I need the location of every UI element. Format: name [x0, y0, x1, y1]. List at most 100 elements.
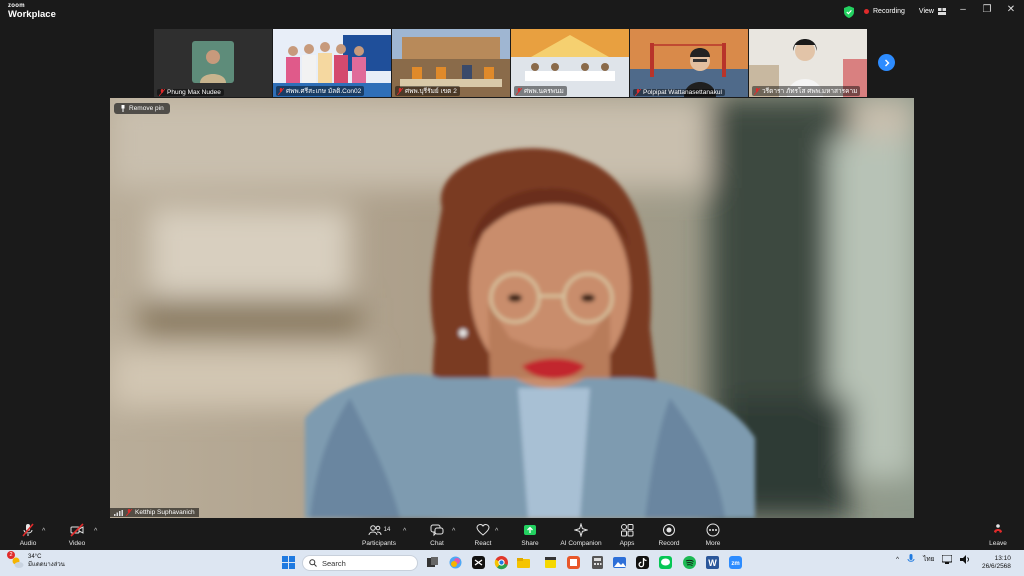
participants-button[interactable]: 14 Participants — [356, 523, 402, 549]
audio-label: Audio — [19, 540, 37, 547]
mic-muted-icon — [126, 509, 132, 516]
brand-main: Workplace — [8, 9, 56, 20]
weather-desc: มีแดดบางส่วน — [28, 561, 65, 568]
share-label: Share — [521, 540, 539, 547]
clock-date: 26/6/2568 — [982, 563, 1011, 571]
weather-temp: 34°C — [28, 554, 42, 560]
signal-strength-icon — [114, 509, 123, 516]
record-label: Record — [658, 540, 680, 547]
windows-start-icon[interactable] — [281, 555, 296, 570]
grid-view-icon — [937, 8, 946, 15]
record-icon — [663, 524, 675, 536]
recording-indicator[interactable]: Recording — [860, 6, 909, 17]
system-clock[interactable]: 13:10 26/6/2568 — [982, 555, 1011, 571]
participant-thumbnail[interactable]: ศพพ.บุรีรัมย์ เขต 2 — [392, 29, 510, 97]
active-speaker-label: Ketthip Suphavanich — [110, 508, 199, 517]
search-icon — [309, 559, 317, 567]
participant-name: ศพพ.บุรีรัมย์ เขต 2 — [405, 88, 457, 95]
participant-thumbnail[interactable]: ศพพ.ศรีสะเกษ มัลติ.Con02 — [273, 29, 391, 97]
network-icon[interactable] — [942, 554, 953, 564]
view-button[interactable]: View — [915, 6, 950, 17]
zoom-app-icon[interactable]: zm — [728, 555, 743, 570]
chrome-icon[interactable] — [494, 555, 509, 570]
mic-muted-icon — [159, 89, 165, 96]
participant-name: วรีดารา ภัทรโส ศพพ.มหาสารคาม — [762, 88, 858, 95]
weather-widget[interactable]: 2 34°C มีแดดบางส่วน — [7, 550, 65, 570]
weather-badge: 2 — [7, 550, 15, 559]
next-page-button[interactable] — [878, 54, 895, 71]
word-icon[interactable]: W — [705, 555, 720, 570]
video-feed — [630, 29, 748, 97]
participant-thumbnail[interactable]: ศพพ.นครพนม — [511, 29, 629, 97]
video-options-caret[interactable]: ^ — [94, 528, 97, 535]
mic-muted-icon — [22, 523, 34, 537]
participant-name: Polpipat Wattanasettanakul — [643, 89, 722, 96]
title-bar: zoom Workplace Recording View – ❐ ✕ — [0, 0, 1024, 24]
spotify-icon[interactable] — [682, 555, 697, 570]
chevron-up-icon[interactable]: ^ — [896, 556, 899, 563]
capcut-icon[interactable] — [471, 555, 486, 570]
microphone-icon[interactable] — [907, 554, 915, 564]
line-icon[interactable] — [658, 555, 673, 570]
react-button[interactable]: React — [460, 523, 506, 549]
video-button[interactable]: Video — [54, 523, 100, 549]
audio-options-caret[interactable]: ^ — [42, 528, 45, 535]
more-icon — [706, 523, 720, 537]
record-button[interactable]: Record — [646, 523, 692, 549]
photos-icon[interactable] — [612, 555, 627, 570]
leave-label: Leave — [989, 540, 1007, 547]
encryption-shield-icon[interactable] — [844, 5, 854, 18]
more-button[interactable]: More — [690, 523, 736, 549]
participant-thumbnail[interactable]: Phung Max Nudee — [154, 29, 272, 97]
meeting-toolbar: Audio ^ Video ^ 14 Participants ^ Chat ^… — [0, 520, 1024, 550]
audio-button[interactable]: Audio — [5, 523, 51, 549]
react-options-caret[interactable]: ^ — [495, 528, 498, 535]
share-button[interactable]: Share — [507, 523, 553, 549]
participant-thumbnail[interactable]: วรีดารา ภัทรโส ศพพ.มหาสารคาม — [749, 29, 867, 97]
copilot-icon[interactable] — [448, 555, 463, 570]
close-button[interactable]: ✕ — [1004, 4, 1018, 15]
mic-muted-icon — [278, 87, 284, 95]
avatar — [192, 41, 234, 83]
participants-options-caret[interactable]: ^ — [403, 528, 406, 535]
restore-button[interactable]: ❐ — [980, 4, 994, 15]
os-taskbar: 2 34°C มีแดดบางส่วน Search W zm ^ ไทย 13… — [0, 550, 1024, 576]
file-explorer-icon[interactable] — [516, 555, 531, 570]
taskbar-search[interactable]: Search — [302, 555, 418, 571]
ai-companion-button[interactable]: AI Companion — [557, 523, 605, 549]
chat-label: Chat — [430, 540, 444, 547]
participant-thumbnail[interactable]: Polpipat Wattanasettanakul — [630, 29, 748, 97]
tiktok-icon[interactable] — [635, 555, 650, 570]
task-view-icon[interactable] — [425, 555, 440, 570]
sparkle-icon — [574, 523, 588, 537]
mic-muted-icon — [397, 87, 403, 95]
leave-icon — [994, 524, 1002, 533]
apps-button[interactable]: Apps — [604, 523, 650, 549]
participant-name: ศพพ.นครพนม — [524, 88, 564, 95]
participants-icon — [368, 525, 382, 536]
calculator-icon[interactable] — [590, 555, 605, 570]
leave-button[interactable]: Leave — [975, 523, 1021, 549]
recording-label: Recording — [873, 8, 905, 15]
office-icon[interactable] — [566, 555, 581, 570]
participant-name: Phung Max Nudee — [167, 89, 221, 96]
chat-icon — [430, 524, 444, 537]
app-logo: zoom Workplace — [8, 3, 56, 20]
apps-icon — [621, 524, 634, 537]
sticky-notes-icon[interactable] — [543, 555, 558, 570]
participants-label: Participants — [362, 540, 396, 547]
language-indicator[interactable]: ไทย — [923, 554, 934, 564]
participant-thumbnail-strip: Phung Max Nudee ศพพ.ศรีสะเกษ มัลติ.Con02… — [154, 29, 867, 97]
participants-count: 14 — [383, 527, 391, 533]
chat-button[interactable]: Chat — [414, 523, 460, 549]
chat-options-caret[interactable]: ^ — [452, 528, 455, 535]
more-label: More — [705, 540, 721, 547]
mic-muted-icon — [516, 87, 522, 95]
remove-pin-button[interactable]: Remove pin — [114, 103, 170, 114]
remove-pin-label: Remove pin — [129, 105, 164, 112]
minimize-button[interactable]: – — [956, 4, 970, 15]
pin-icon — [121, 105, 125, 112]
active-speaker-video — [110, 98, 914, 518]
volume-icon[interactable] — [960, 554, 970, 564]
video-off-icon — [70, 523, 84, 537]
